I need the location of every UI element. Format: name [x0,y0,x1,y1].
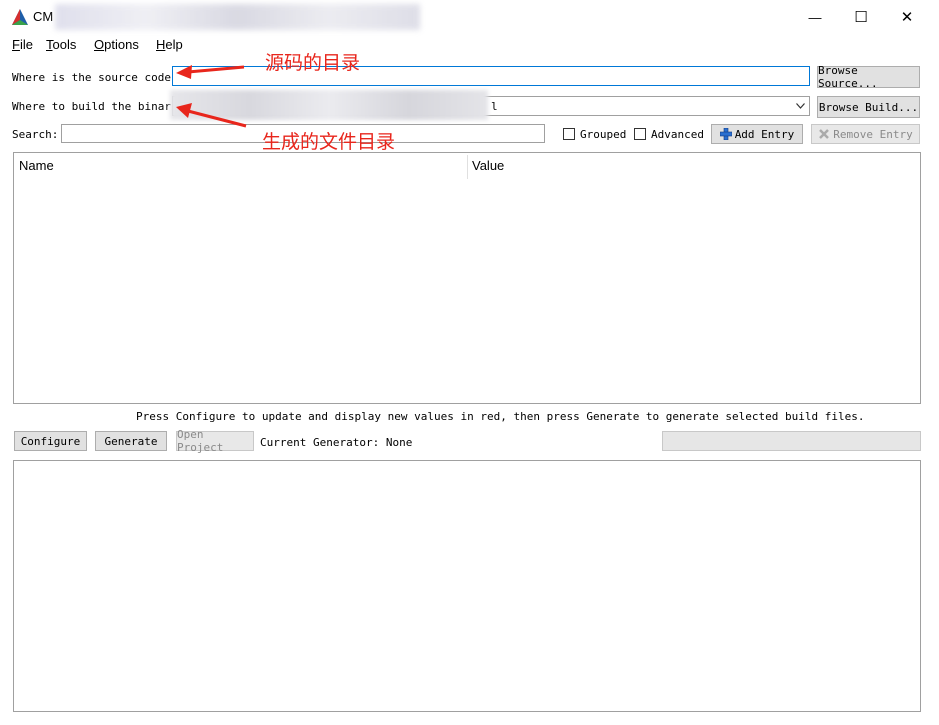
annotation-arrowhead-build [176,103,192,118]
browse-source-button[interactable]: Browse Source... [817,64,920,90]
build-label: Where to build the binaris [12,100,185,113]
advanced-checkbox[interactable] [634,128,646,140]
remove-entry-button[interactable]: Remove Entry [811,124,920,144]
cmake-logo-icon [12,9,28,25]
cache-table[interactable]: Name Value [13,152,921,404]
minimize-button[interactable]: — [792,0,838,34]
annotation-source-note: 源码的目录 [265,52,361,74]
advanced-label: Advanced [651,128,704,141]
grouped-checkbox[interactable] [563,128,575,140]
menu-options[interactable]: Options [94,37,139,52]
menu-tools[interactable]: Tools [46,37,76,52]
annotation-arrow-build [187,109,247,128]
maximize-button[interactable]: ☐ [838,0,884,34]
search-label: Search: [12,128,59,141]
remove-icon [819,129,830,139]
build-path-value: l [491,100,498,113]
grouped-label: Grouped [580,128,627,141]
source-label: Where is the source code: [12,71,178,84]
window-title: CM [33,9,54,24]
add-entry-label: Add Entry [734,127,795,141]
generate-button[interactable]: Generate [95,431,167,451]
menu-file[interactable]: File [12,37,33,52]
annotation-build-note: 生成的文件目录 [262,131,396,153]
column-header-name[interactable]: Name [14,153,467,179]
annotation-arrowhead-source [176,65,192,79]
minimize-icon: — [808,9,822,25]
browse-build-button[interactable]: Browse Build... [817,96,920,118]
current-generator-text: Current Generator: None [260,436,413,449]
annotation-arrows [176,65,247,128]
close-icon: ✕ [900,9,914,26]
title-redaction [55,4,420,30]
output-log[interactable] [13,460,921,712]
close-button[interactable]: ✕ [884,0,930,34]
configure-button[interactable]: Configure [14,431,87,451]
chevron-down-icon[interactable] [796,103,805,109]
hint-text: Press Configure to update and display ne… [136,410,865,423]
maximize-icon: ☐ [854,9,868,26]
annotation-arrow-source [187,65,245,74]
add-entry-button[interactable]: Add Entry [711,124,803,144]
remove-entry-label: Remove Entry [833,127,913,141]
progress-bar [662,431,921,451]
menu-help[interactable]: Help [156,37,183,52]
open-project-button[interactable]: Open Project [176,428,254,454]
column-header-value[interactable]: Value [467,153,912,179]
plus-icon [719,128,732,140]
